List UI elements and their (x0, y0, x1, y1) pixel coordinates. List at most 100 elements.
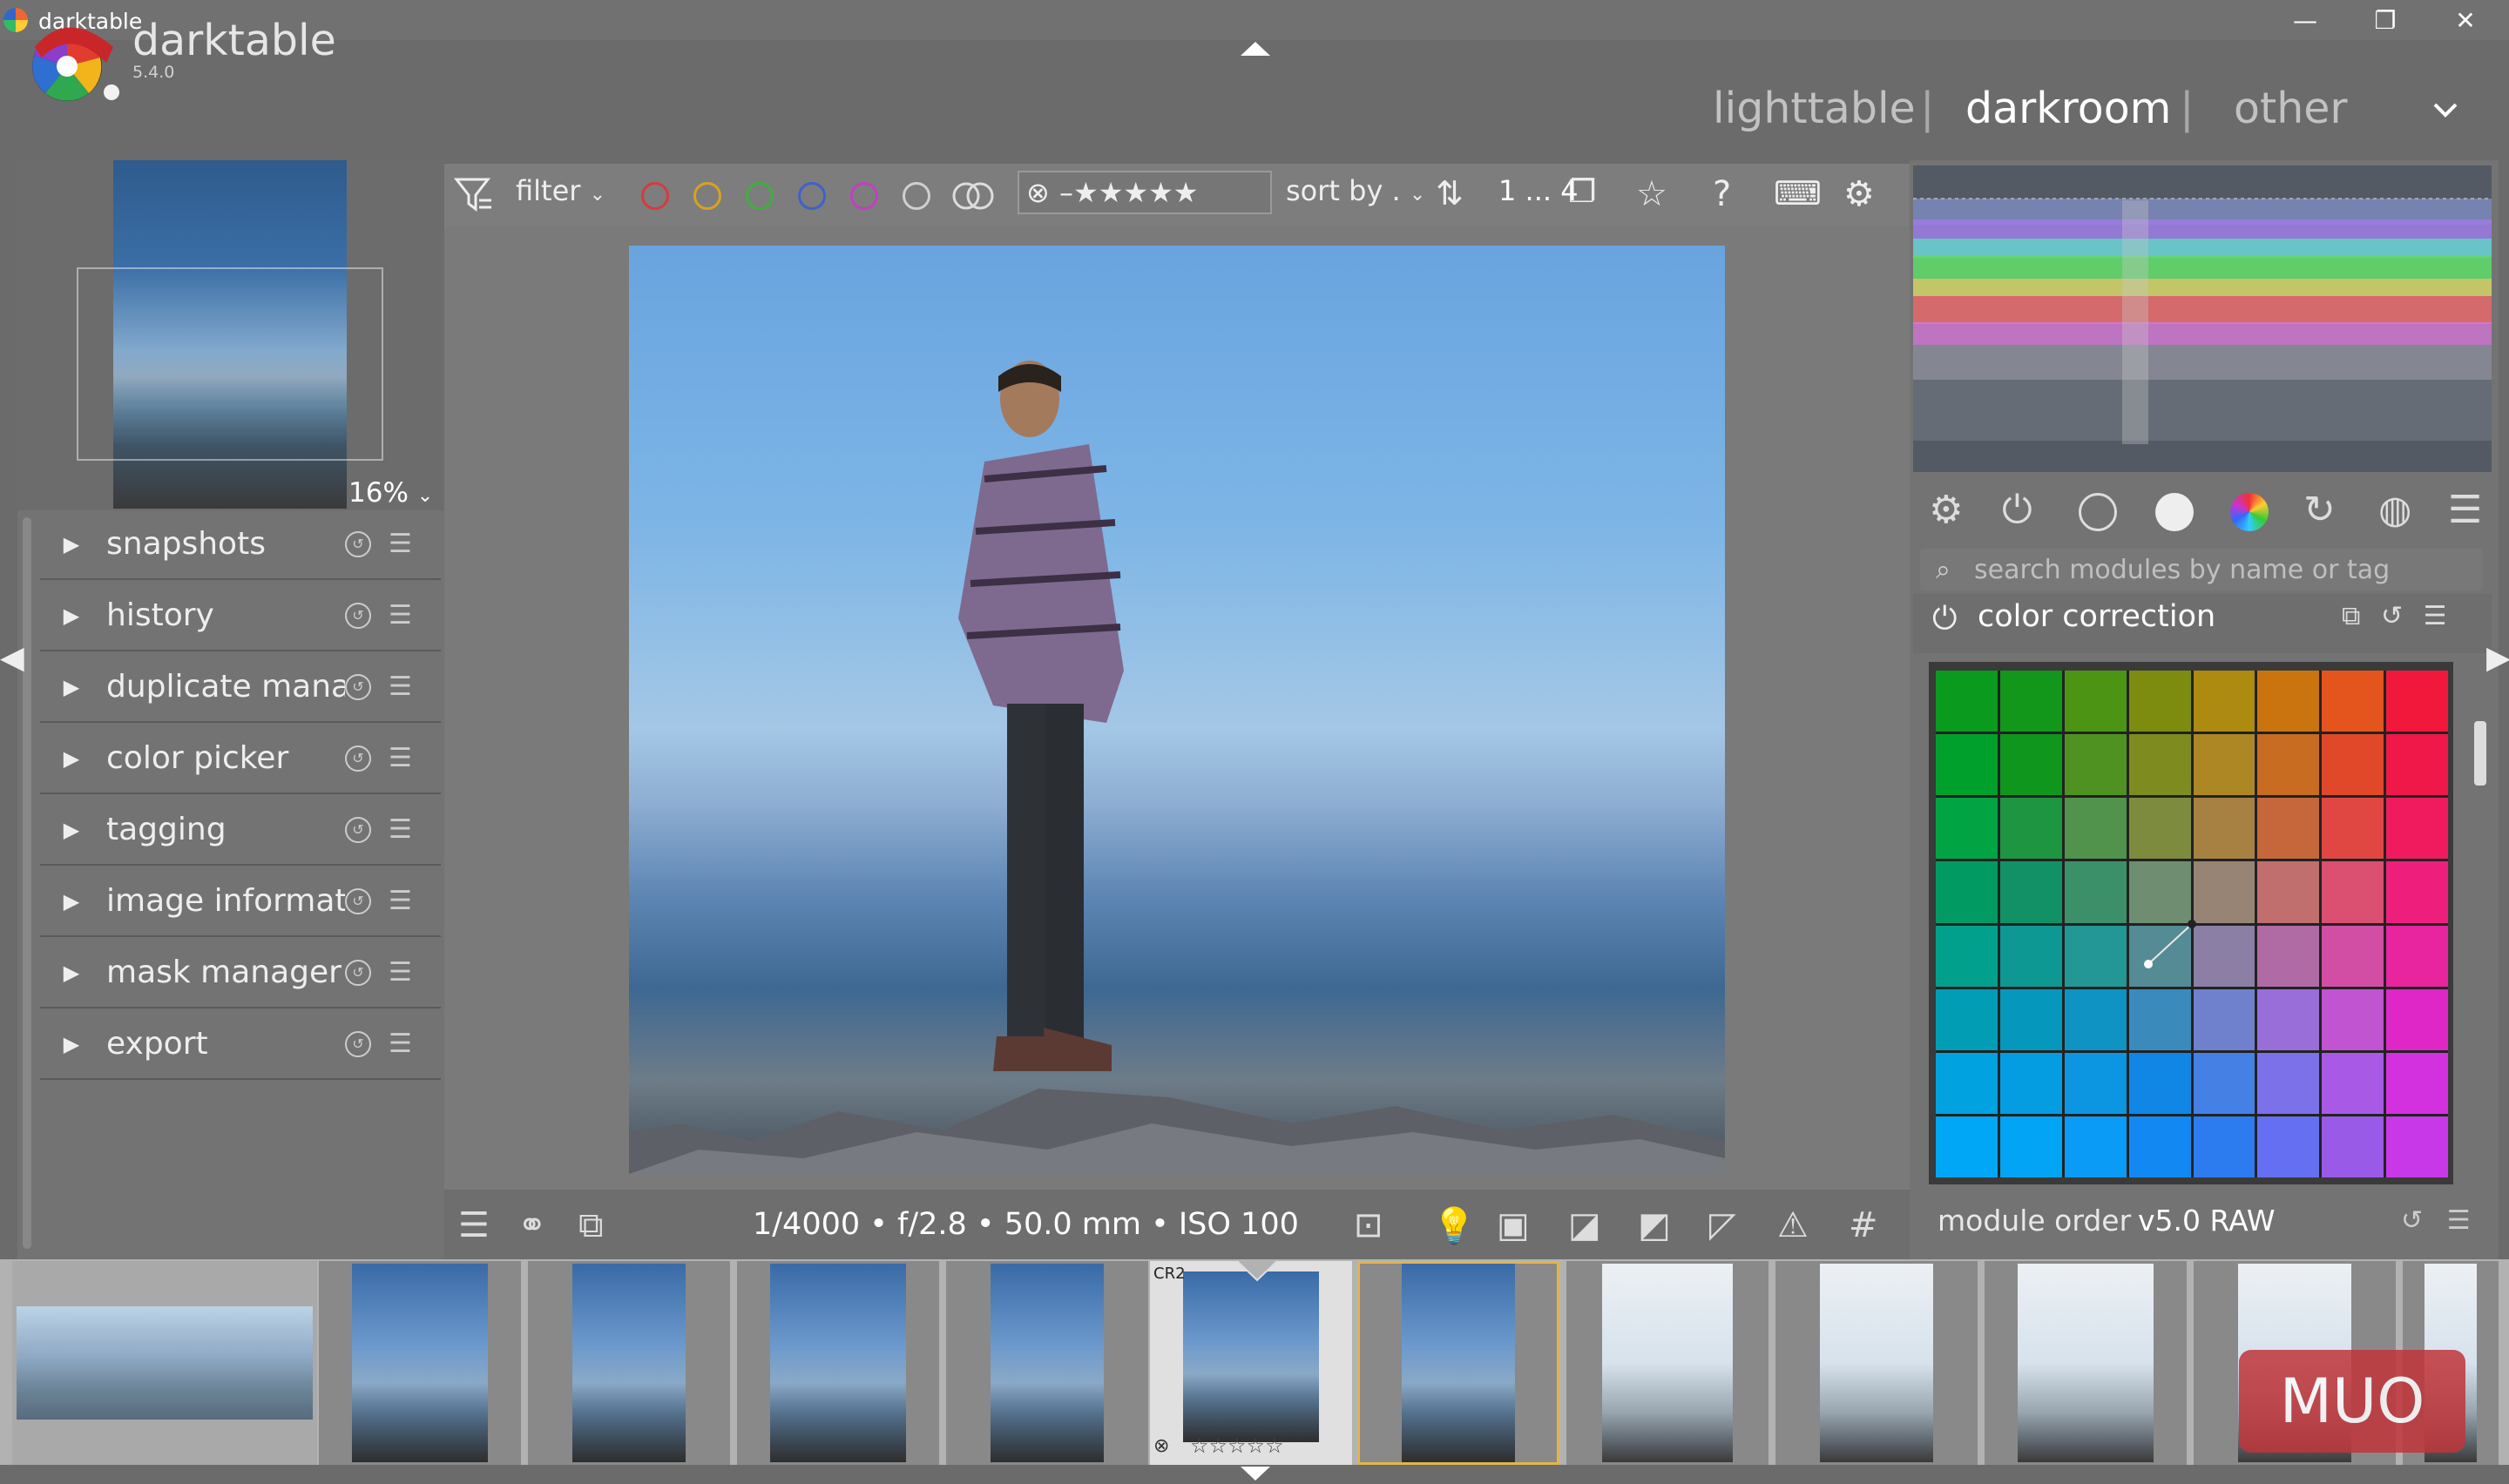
filmstrip-thumbnail-hovered[interactable]: CR2 ⊗ ☆☆☆☆☆ (1150, 1261, 1352, 1465)
collapse-bottom-panel-arrow-icon[interactable] (1241, 1465, 1270, 1482)
filmstrip-pointer-icon (1236, 1260, 1278, 1282)
module-image-information[interactable]: ▶ image informati... ↺ ☰ (40, 867, 441, 937)
reset-icon[interactable]: ↺ (345, 745, 371, 772)
clipping-indicator-icon[interactable]: ◪ (1568, 1205, 1601, 1245)
color-label-operator-icon[interactable] (951, 180, 995, 212)
focus-peaking-icon[interactable]: ⊡ (1354, 1205, 1383, 1245)
filmstrip-thumbnail[interactable] (12, 1261, 317, 1465)
navigation-viewport-frame[interactable] (77, 267, 383, 461)
reject-icon[interactable]: ⊗ (1153, 1435, 1169, 1457)
iso12646-icon[interactable]: 💡 (1432, 1205, 1476, 1246)
left-panel-scrollbar[interactable] (23, 517, 31, 1249)
view-other[interactable]: other (2234, 84, 2348, 133)
filter-icon[interactable] (453, 174, 495, 216)
presets-icon[interactable]: ☰ (389, 743, 412, 773)
presets-icon[interactable]: ☰ (2424, 601, 2447, 631)
filmstrip-thumbnail[interactable] (737, 1261, 939, 1465)
grouping-icon[interactable]: ❐ (1568, 174, 1596, 210)
color-label-red-icon[interactable] (641, 182, 669, 210)
color-label-green-icon[interactable] (746, 182, 774, 210)
presets-icon[interactable]: ☰ (389, 886, 412, 916)
sort-order-icon[interactable]: ⇅ (1436, 174, 1464, 212)
presets-icon[interactable]: ☰ (2447, 1205, 2471, 1236)
active-modules-icon[interactable]: ⏻ (2002, 488, 2032, 532)
guides-grid-icon[interactable]: # (1849, 1205, 1878, 1245)
filmstrip-thumbnail-active[interactable] (1357, 1261, 1559, 1465)
gamut-check-icon[interactable]: ◸ (1709, 1205, 1736, 1245)
presets-icon[interactable]: ☰ (389, 529, 412, 559)
sort-by-dropdown[interactable]: sort by . ⌄ (1286, 174, 1425, 207)
presets-icon[interactable]: ☰ (389, 814, 412, 845)
reset-icon[interactable]: ↺ (345, 602, 371, 629)
raw-overexposed-icon[interactable]: ▣ (1497, 1205, 1530, 1245)
close-button[interactable]: ✕ (2425, 0, 2506, 40)
reset-icon[interactable]: ↺ (2401, 1205, 2423, 1236)
filmstrip-thumbnail[interactable] (1985, 1261, 2187, 1465)
color-label-gray-icon[interactable] (903, 182, 930, 210)
tone-group-icon[interactable] (2155, 493, 2194, 531)
presets-icon[interactable]: ☰ (389, 671, 412, 702)
reset-icon[interactable]: ↺ (345, 959, 371, 986)
softproof-icon[interactable]: ◩ (1638, 1205, 1671, 1245)
module-duplicate-manager[interactable]: ▶ duplicate mana... ↺ ☰ (40, 652, 441, 723)
module-snapshots[interactable]: ▶ snapshots ↺ ☰ (40, 509, 441, 580)
rating-filter[interactable]: ⊗ –★★★★★ (1018, 171, 1272, 214)
reject-icon[interactable]: ⊗ (1026, 176, 1050, 209)
multi-instance-icon[interactable]: ⧉ (2342, 601, 2360, 631)
collapse-right-panel-arrow-icon[interactable]: ▶ (2486, 640, 2509, 676)
reset-icon[interactable]: ↺ (2381, 601, 2403, 631)
quick-access-icon[interactable]: ☰ (458, 1205, 490, 1245)
gear-icon[interactable]: ⚙ (1843, 174, 1875, 214)
module-history[interactable]: ▶ history ↺ ☰ (40, 581, 441, 651)
keyboard-shortcuts-icon[interactable]: ⌨ (1774, 174, 1822, 212)
presets-icon[interactable]: ☰ (389, 957, 412, 988)
quick-access-panel-icon[interactable]: ⚙ (1929, 488, 1963, 532)
color-label-yellow-icon[interactable] (693, 182, 721, 210)
color-board-cell (1936, 1116, 1998, 1177)
effect-group-icon[interactable]: ◍ (2378, 488, 2411, 532)
color-group-icon[interactable] (2230, 493, 2269, 531)
rating-filter-stars[interactable]: –★★★★★ (1059, 176, 1198, 209)
filmstrip-thumbnail[interactable] (1566, 1261, 1768, 1465)
help-icon[interactable]: ? (1713, 174, 1731, 214)
zoom-level[interactable]: 16% ⌄ (348, 477, 433, 509)
module-groups-presets-icon[interactable]: ☰ (2448, 488, 2482, 532)
color-correction-handles[interactable] (2143, 919, 2199, 969)
star-icon[interactable]: ☆ (1636, 174, 1667, 214)
filmstrip-thumbnail[interactable] (946, 1261, 1148, 1465)
module-search-input[interactable]: search modules by name or tag (1920, 549, 2483, 590)
styles-icon[interactable]: ⚭ (517, 1205, 547, 1245)
color-label-blue-icon[interactable] (798, 182, 826, 210)
power-icon[interactable]: ⏻ (1932, 601, 1957, 637)
second-window-icon[interactable]: ⧉ (578, 1205, 604, 1245)
color-label-purple-icon[interactable] (850, 182, 878, 210)
filmstrip-thumbnail[interactable] (528, 1261, 730, 1465)
minimize-button[interactable]: — (2265, 0, 2345, 40)
collapse-top-panel-arrow-icon[interactable] (1241, 40, 1270, 57)
thumbnail-rating[interactable]: ☆☆☆☆☆ (1190, 1433, 1284, 1458)
reset-icon[interactable]: ↺ (345, 673, 371, 700)
module-export[interactable]: ▶ export ↺ ☰ (40, 1009, 441, 1080)
view-darkroom[interactable]: darkroom (1965, 84, 2171, 133)
right-panel-scrollbar[interactable] (2474, 721, 2486, 786)
presets-icon[interactable]: ☰ (389, 600, 412, 631)
module-color-picker[interactable]: ▶ color picker ↺ ☰ (40, 724, 441, 794)
reset-icon[interactable]: ↺ (345, 530, 371, 557)
filmstrip-thumbnail[interactable] (1775, 1261, 1978, 1465)
filmstrip-thumbnail[interactable] (319, 1261, 521, 1465)
restore-button[interactable]: ❐ (2345, 0, 2425, 40)
reset-icon[interactable]: ↺ (345, 1030, 371, 1057)
chevron-down-icon[interactable] (2432, 101, 2458, 118)
histogram-waveform[interactable] (1913, 165, 2492, 472)
base-group-icon[interactable] (2079, 493, 2117, 531)
correct-group-icon[interactable]: ↻ (2303, 488, 2336, 532)
presets-icon[interactable]: ☰ (389, 1029, 412, 1059)
reset-icon[interactable]: ↺ (345, 887, 371, 914)
filter-dropdown[interactable]: filter ⌄ (516, 174, 605, 207)
warning-icon[interactable]: ⚠ (1777, 1205, 1809, 1245)
module-tagging[interactable]: ▶ tagging ↺ ☰ (40, 795, 441, 866)
reset-icon[interactable]: ↺ (345, 816, 371, 843)
collapse-left-panel-arrow-icon[interactable]: ◀ (0, 640, 24, 676)
view-lighttable[interactable]: lighttable (1713, 84, 1916, 133)
module-mask-manager[interactable]: ▶ mask manager ↺ ☰ (40, 938, 441, 1008)
